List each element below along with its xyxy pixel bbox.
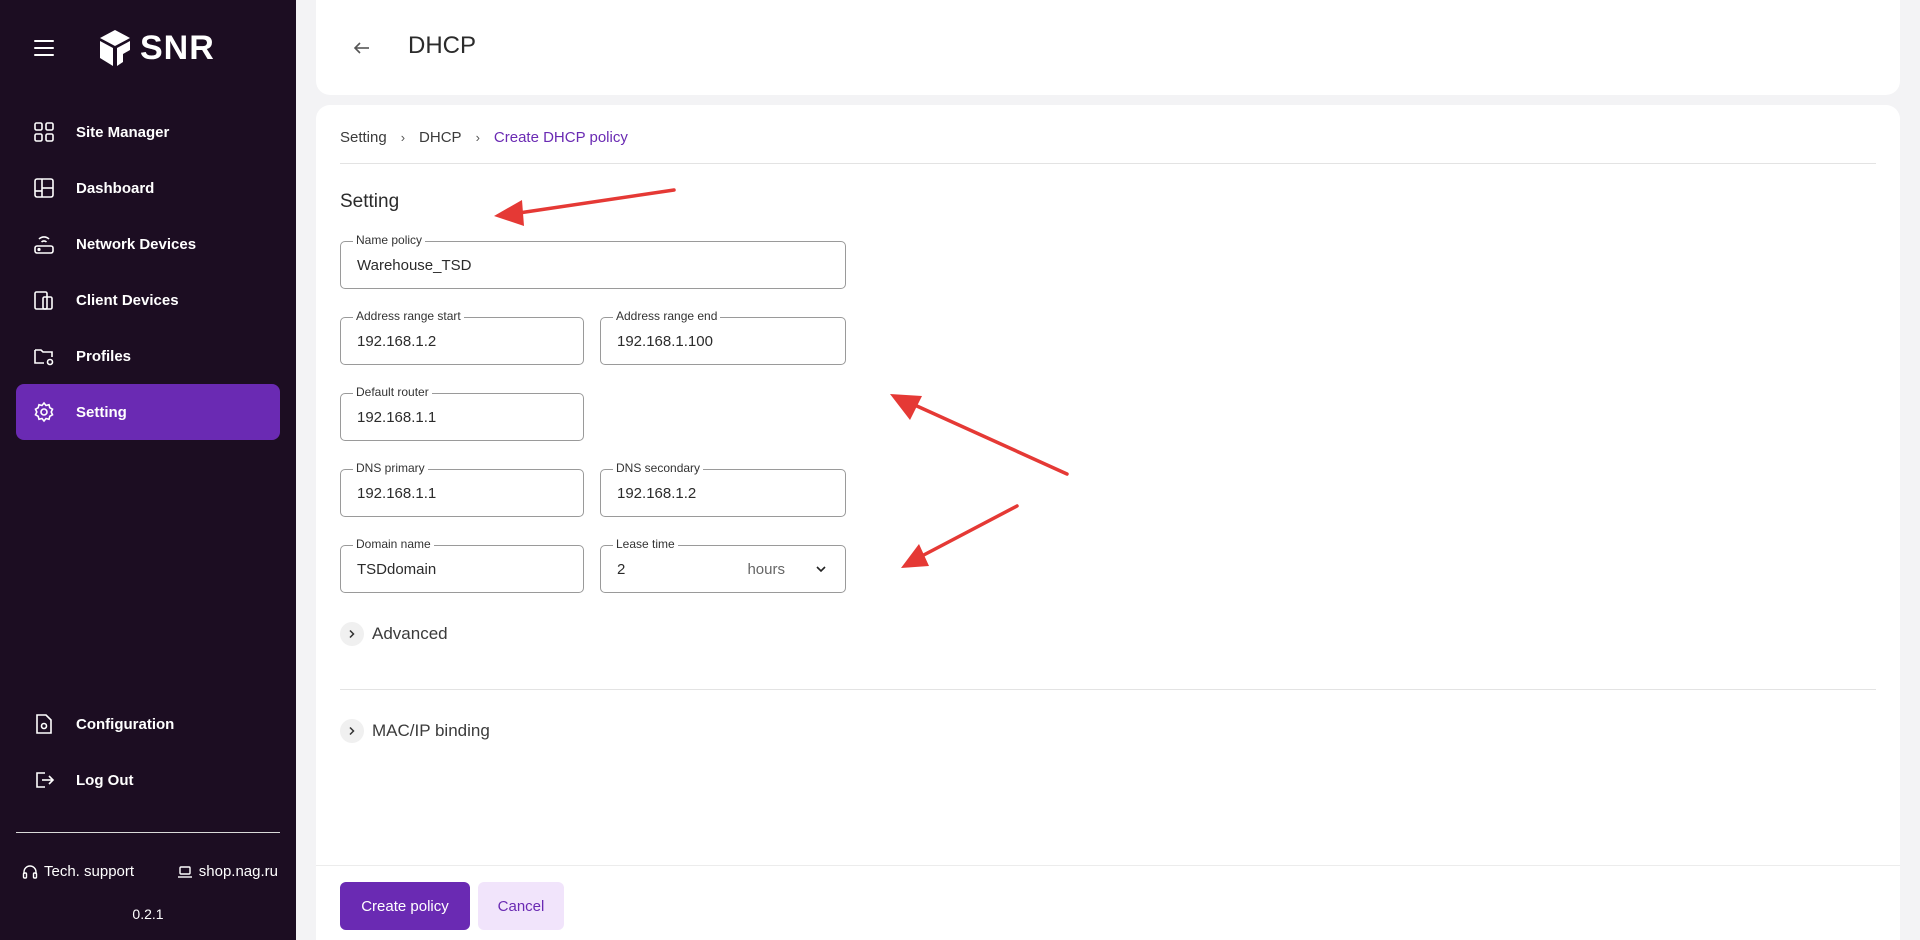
chevron-right-icon: ›: [475, 130, 480, 145]
range-end-input[interactable]: [617, 333, 813, 350]
page-title: DHCP: [408, 32, 477, 59]
breadcrumb-item-setting[interactable]: Setting: [340, 129, 387, 146]
name-policy-field: Name policy: [340, 233, 846, 289]
range-start-label: Address range start: [353, 309, 464, 323]
default-router-field: Default router: [340, 385, 584, 441]
router-icon: [32, 232, 56, 256]
cancel-button[interactable]: Cancel: [478, 882, 564, 930]
dashboard-icon: [32, 176, 56, 200]
section-title: Setting: [340, 191, 400, 212]
range-end-label: Address range end: [613, 309, 721, 323]
sidebar-links: Tech. support shop.nag.ru: [22, 863, 278, 880]
sidebar-item-label: Site Manager: [76, 123, 170, 141]
sidebar-item-logout[interactable]: Log Out: [16, 752, 280, 808]
file-gear-icon: [32, 712, 56, 736]
lease-time-input[interactable]: [617, 561, 717, 578]
sidebar: SNR Site Manager Dashboard Network Devic…: [0, 0, 296, 940]
advanced-label: Advanced: [372, 624, 448, 643]
sidebar-item-label: Dashboard: [76, 179, 155, 197]
chevron-right-icon: [340, 622, 364, 646]
default-router-label: Default router: [353, 385, 432, 399]
devices-icon: [32, 288, 56, 312]
shop-label: shop.nag.ru: [198, 863, 278, 880]
back-arrow-icon[interactable]: [352, 38, 372, 58]
default-router-input[interactable]: [357, 409, 551, 426]
app-version: 0.2.1: [132, 906, 164, 922]
domain-name-label: Domain name: [353, 537, 434, 551]
range-start-field: Address range start: [340, 309, 584, 365]
lease-time-label: Lease time: [613, 537, 678, 551]
range-start-input[interactable]: [357, 333, 551, 350]
dns-secondary-input[interactable]: [617, 485, 813, 502]
folder-gear-icon: [32, 344, 56, 368]
sidebar-item-label: Configuration: [76, 715, 175, 733]
sidebar-item-label: Setting: [76, 403, 127, 421]
lease-time-unit-select[interactable]: hours: [747, 561, 785, 578]
chevron-right-icon: ›: [400, 130, 406, 145]
tech-support-label: Tech. support: [44, 863, 135, 880]
logout-icon: [32, 768, 56, 792]
sidebar-item-profiles[interactable]: Profiles: [16, 328, 280, 384]
logo-text: SNR: [140, 28, 215, 67]
range-end-field: Address range end: [600, 309, 846, 365]
sidebar-item-label: Profiles: [76, 347, 132, 365]
name-policy-input[interactable]: [357, 257, 761, 274]
breadcrumb: Setting › DHCP › Create DHCP policy: [340, 129, 628, 146]
sidebar-nav: Site Manager Dashboard Network Devices C…: [16, 104, 280, 440]
mac-ip-binding-expander[interactable]: MAC/IP binding: [340, 719, 490, 743]
laptop-icon: [177, 865, 192, 878]
logo-cube-icon: [100, 30, 130, 66]
menu-toggle-icon[interactable]: [34, 40, 54, 56]
dns-secondary-field: DNS secondary: [600, 461, 846, 517]
sidebar-divider: [16, 832, 280, 833]
sidebar-item-site-manager[interactable]: Site Manager: [16, 104, 280, 160]
sidebar-item-dashboard[interactable]: Dashboard: [16, 160, 280, 216]
sidebar-item-label: Log Out: [76, 771, 134, 789]
form-footer: Create policy Cancel: [316, 865, 1900, 940]
sidebar-item-label: Client Devices: [76, 291, 179, 309]
sidebar-item-label: Network Devices: [76, 235, 197, 253]
mac-ip-binding-label: MAC/IP binding: [372, 721, 490, 740]
dns-primary-label: DNS primary: [353, 461, 428, 475]
tech-support-link[interactable]: Tech. support: [22, 863, 134, 880]
gear-icon: [32, 400, 56, 424]
breadcrumb-divider: [340, 163, 1876, 164]
chevron-down-icon[interactable]: [815, 563, 827, 575]
sidebar-item-network-devices[interactable]: Network Devices: [16, 216, 280, 272]
dns-primary-field: DNS primary: [340, 461, 584, 517]
shop-link[interactable]: shop.nag.ru: [177, 863, 278, 880]
breadcrumb-item-dhcp[interactable]: DHCP: [419, 129, 462, 146]
sidebar-bottom-nav: Configuration Log Out: [16, 696, 280, 808]
dns-secondary-label: DNS secondary: [613, 461, 704, 475]
page-header: DHCP: [316, 0, 1900, 95]
sidebar-item-client-devices[interactable]: Client Devices: [16, 272, 280, 328]
breadcrumb-item-current: Create DHCP policy: [493, 129, 628, 146]
main-content: Setting › DHCP › Create DHCP policy Sett…: [316, 105, 1900, 865]
lease-time-field: Lease time hours: [600, 537, 846, 593]
name-policy-label: Name policy: [353, 233, 426, 247]
domain-name-input[interactable]: [357, 561, 551, 578]
dns-primary-input[interactable]: [357, 485, 551, 502]
domain-name-field: Domain name: [340, 537, 584, 593]
logo: SNR: [96, 28, 215, 68]
grid-icon: [32, 120, 56, 144]
section-divider: [340, 689, 1876, 690]
sidebar-item-setting[interactable]: Setting: [16, 384, 280, 440]
sidebar-item-configuration[interactable]: Configuration: [16, 696, 280, 752]
chevron-right-icon: [340, 719, 364, 743]
create-policy-button[interactable]: Create policy: [340, 882, 470, 930]
headset-icon: [22, 864, 38, 879]
advanced-expander[interactable]: Advanced: [340, 622, 448, 646]
